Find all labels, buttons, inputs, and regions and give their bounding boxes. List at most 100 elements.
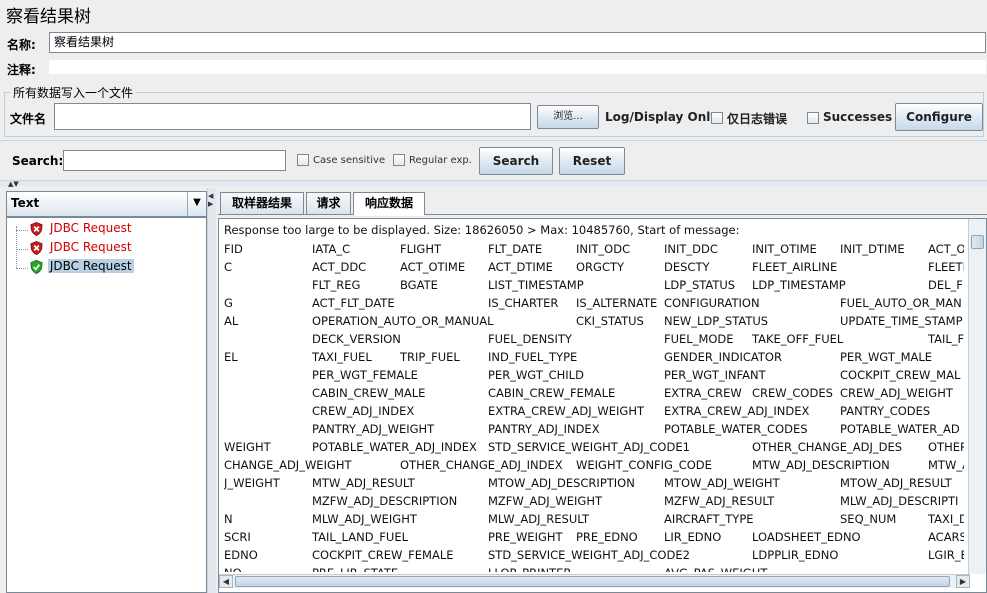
response-field: J_WEIGHT [224, 476, 280, 490]
case-sensitive-label: Case sensitive [313, 155, 386, 166]
response-field: NEW_LDP_STATUS [664, 314, 769, 328]
response-field: MTOW_ADJ_RESULT [840, 476, 952, 490]
response-field: PANTRY_ADJ_WEIGHT [312, 422, 435, 436]
vertical-scroll-thumb[interactable] [971, 235, 984, 249]
search-input[interactable] [63, 150, 286, 171]
response-field: FID [224, 242, 243, 256]
tree-item-label: JDBC Request [49, 221, 132, 235]
horizontal-scrollbar[interactable]: ◀ ▶ [219, 574, 970, 588]
success-shield-icon [30, 259, 43, 274]
response-field: LDPPLIR_EDNO [752, 548, 839, 562]
search-button[interactable]: Search [479, 147, 553, 175]
filename-input[interactable] [54, 103, 531, 130]
errors-only-label: 仅日志错误 [727, 112, 788, 126]
tree-line [16, 226, 17, 268]
response-field: CABIN_CREW_FEMALE [488, 386, 616, 400]
vertical-scrollbar[interactable] [968, 219, 986, 574]
response-field: AIRCRAFT_TYPE [664, 512, 754, 526]
response-field: ACARS [928, 530, 964, 544]
response-field: PANTRY_ADJ_INDEX [488, 422, 600, 436]
response-field: FLIGHT [400, 242, 441, 256]
regex-checkbox[interactable] [393, 154, 405, 166]
tree-item-selected[interactable]: JDBC Request [29, 257, 134, 275]
response-field: TAIL_FU [928, 332, 964, 346]
successes-checkbox[interactable] [807, 112, 819, 124]
tree-line [16, 249, 28, 250]
case-sensitive-checkbox[interactable] [297, 154, 309, 166]
vertical-splitter[interactable] [207, 188, 216, 593]
response-field: INIT_DTIME [840, 242, 905, 256]
response-field: LDP_TIMESTAMP [752, 278, 846, 292]
horizontal-scroll-thumb[interactable] [235, 576, 950, 587]
tab-response-data[interactable]: 响应数据 [353, 192, 425, 215]
response-field: ACT_DTIME [488, 260, 553, 274]
tree-line [16, 268, 28, 269]
response-field: INIT_ODC [576, 242, 631, 256]
response-field: POTABLE_WATER_AD [840, 422, 960, 436]
response-field: AVG_PAS_WEIGHT [664, 564, 767, 572]
name-label: 名称: [7, 38, 36, 52]
response-field: PER_WGT_INFANT [664, 368, 766, 382]
tree-item[interactable]: JDBC Request [29, 219, 134, 237]
response-field: MZFW_ADJ_RESULT [664, 494, 775, 508]
response-field: DEL_F [928, 278, 963, 292]
response-field: EXTRA_CREW_ADJ_INDEX [664, 404, 810, 418]
response-text[interactable]: FID IATA_C FLIGHT FLT_DATE INIT_ODC INIT_DDC I… [224, 240, 964, 572]
errors-only-checkbox[interactable] [711, 112, 723, 124]
response-field: EXTRA_CREW [664, 386, 742, 400]
response-field: CREW_CODES [752, 386, 833, 400]
file-group-title: 所有数据写入一个文件 [10, 84, 137, 101]
response-field: POTABLE_WATER_CODES [664, 422, 808, 436]
response-field: FLEET_AIRLINE [752, 260, 838, 274]
response-field: TAKE_OFF_FUEL [752, 332, 844, 346]
response-field: FLEETI [928, 260, 964, 274]
response-field: IS_ALTERNATE [576, 296, 658, 310]
response-field: CREW_ADJ_INDEX [312, 404, 415, 418]
response-field: WEIGHT [224, 440, 271, 454]
tree-item-label: JDBC Request [47, 259, 134, 273]
response-field: ACT_DDC [312, 260, 367, 274]
reset-button[interactable]: Reset [559, 147, 625, 175]
chevron-down-icon[interactable]: ▼ [187, 192, 206, 216]
response-field: DECK_VERSION [312, 332, 401, 346]
response-field: TAIL_LAND_FUEL [312, 530, 408, 544]
configure-button[interactable]: Configure [895, 103, 983, 131]
scroll-left-icon[interactable]: ◀ [219, 575, 233, 588]
response-field: C [224, 260, 233, 274]
tab-request[interactable]: 请求 [306, 192, 351, 214]
name-field[interactable]: 察看结果树 [49, 32, 986, 53]
response-field: AL [224, 314, 239, 328]
response-field: TAXI_FUEL [312, 350, 372, 364]
response-field: LLOP_PRINTER [488, 564, 571, 572]
result-tree: JDBC Request JDBC Request JDBC Request [6, 217, 207, 593]
browse-button[interactable]: 浏览... [537, 105, 599, 129]
response-field: INIT_DDC [664, 242, 718, 256]
response-field: MLW_ADJ_WEIGHT [312, 512, 417, 526]
response-field: OTHER [928, 440, 964, 454]
tree-item[interactable]: JDBC Request [29, 238, 134, 256]
response-field: OPERATION_AUTO_OR_MANUAL [312, 314, 494, 328]
response-field: MLW_ADJ_DESCRIPTI [840, 494, 959, 508]
renderer-select[interactable]: Text ▼ [6, 191, 207, 217]
response-field: CONFIGURATION [664, 296, 760, 310]
response-field: POTABLE_WATER_ADJ_INDEX [312, 440, 477, 454]
tab-sampler-result[interactable]: 取样器结果 [220, 192, 304, 214]
scroll-right-icon[interactable]: ▶ [956, 575, 970, 588]
response-field: EDNO [224, 548, 258, 562]
splitter[interactable] [0, 180, 987, 186]
comment-field[interactable] [49, 60, 986, 74]
response-field: FUEL_DENSITY [488, 332, 572, 346]
response-field: LGIR_E [928, 548, 964, 562]
response-field: FUEL_AUTO_OR_MAN [840, 296, 962, 310]
response-field: OTHER_CHANGE_ADJ_INDEX [400, 458, 563, 472]
response-field: CKI_STATUS [576, 314, 644, 328]
response-field: PRE_WEIGHT [488, 530, 563, 544]
collapse-arrows-icon[interactable]: ◀ ▶ [208, 192, 213, 208]
response-field: IND_FUEL_TYPE [488, 350, 578, 364]
splitter-arrows-icon[interactable]: ▲▼ [8, 180, 19, 188]
response-field: PRE_EDNO [576, 530, 638, 544]
tree-item-label: JDBC Request [49, 240, 132, 254]
response-field: MTW_ADJ_RESULT [312, 476, 415, 490]
response-field: WEIGHT_CONFIG_CODE [576, 458, 712, 472]
response-field: LOADSHEET_EDNO [752, 530, 861, 544]
